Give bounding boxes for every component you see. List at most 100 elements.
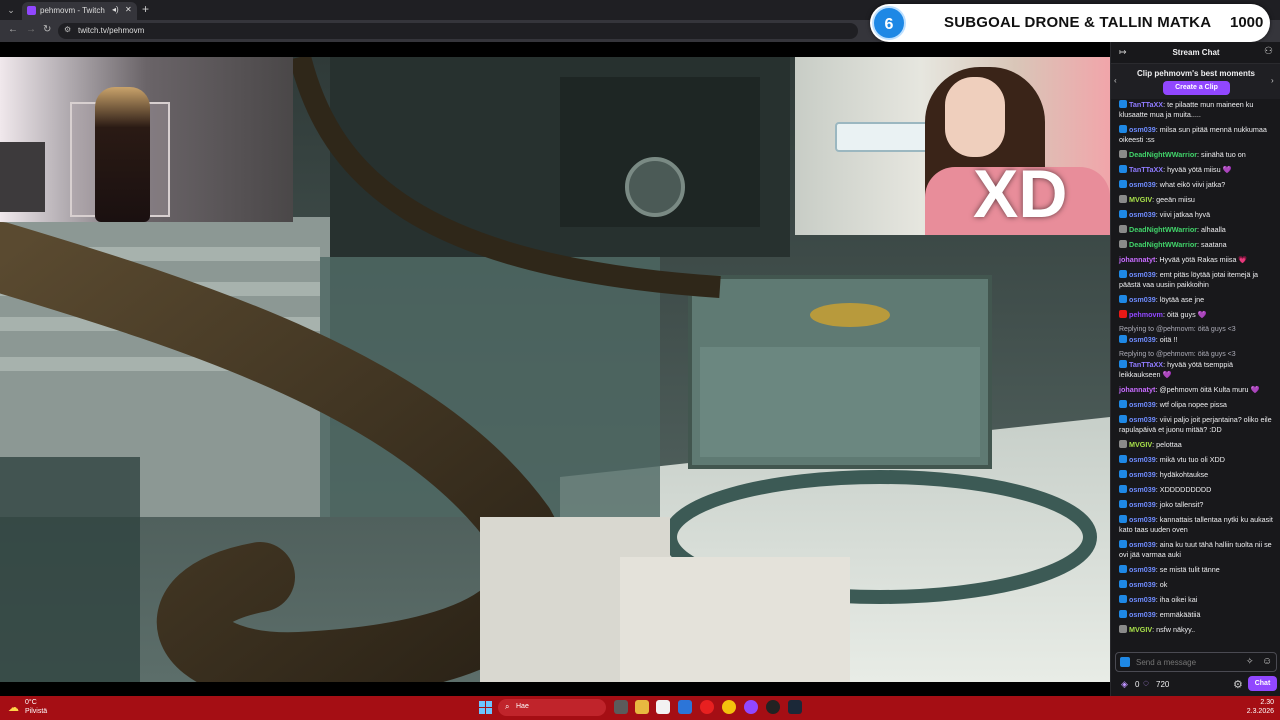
user-badge-icon[interactable] [1119, 595, 1127, 603]
user-badge-icon[interactable] [1119, 335, 1127, 343]
app-red-icon[interactable] [700, 700, 714, 714]
user-badge-icon[interactable] [1119, 240, 1127, 248]
user-badge-icon[interactable] [1119, 310, 1127, 318]
back-icon[interactable]: ← [8, 24, 18, 35]
settings-icon[interactable]: ⚙ [1233, 678, 1243, 691]
chat-message[interactable]: osm039: se mistä tulit tänne [1119, 565, 1273, 575]
chat-username[interactable]: DeadNightWWarrior [1129, 240, 1197, 249]
chat-username[interactable]: MVGIV [1129, 440, 1152, 449]
user-badge-icon[interactable] [1119, 515, 1127, 523]
user-badge-icon[interactable] [1119, 360, 1127, 368]
file-explorer-icon[interactable] [635, 700, 649, 714]
chat-message[interactable]: osm039: milsa sun pitää mennä nukkumaa o… [1119, 125, 1273, 145]
chat-message[interactable]: osm039: aina ku tuut tähä halliin tuolta… [1119, 540, 1273, 560]
chat-username[interactable]: osm039 [1129, 580, 1156, 589]
reload-icon[interactable]: ↻ [43, 24, 51, 35]
chat-send-button[interactable]: Chat [1248, 676, 1277, 691]
user-badge-icon[interactable] [1119, 580, 1127, 588]
chat-message[interactable]: osm039: viivi jatkaa hyvä [1119, 210, 1273, 220]
chat-message[interactable]: osm039: what eikö viivi jatka? [1119, 180, 1273, 190]
chat-username[interactable]: MVGIV [1129, 195, 1152, 204]
user-badge-icon[interactable] [1119, 440, 1127, 448]
windows-start-icon[interactable] [479, 701, 492, 714]
chat-username[interactable]: pehmovm [1129, 310, 1163, 319]
user-badge-icon[interactable] [1119, 540, 1127, 548]
chat-message[interactable]: TanTTaXX: te pilaatte mun maineen ku klu… [1119, 100, 1273, 120]
user-badge-icon[interactable] [1119, 565, 1127, 573]
chat-username[interactable]: DeadNightWWarrior [1129, 150, 1197, 159]
user-badge-icon[interactable] [1119, 500, 1127, 508]
forward-icon[interactable]: → [26, 24, 36, 35]
browser-tab[interactable]: pehmovm - Twitch ◂) ✕ [22, 2, 137, 20]
chat-message[interactable]: MVGIV: pelottaa [1119, 440, 1273, 450]
chat-username[interactable]: osm039 [1129, 415, 1156, 424]
chat-username[interactable]: johannatyt [1119, 385, 1155, 394]
chat-message[interactable]: TanTTaXX: hyvää yötä miisu 💜 [1119, 165, 1273, 175]
chat-username[interactable]: TanTTaXX [1129, 360, 1163, 369]
emote-icon[interactable]: ☺ [1262, 656, 1272, 667]
obs-icon[interactable] [766, 700, 780, 714]
bits-icon[interactable]: ✧ [1246, 656, 1254, 667]
chat-username[interactable]: TanTTaXX [1129, 100, 1163, 109]
audio-icon[interactable]: ◂) [112, 5, 119, 14]
chat-username[interactable]: MVGIV [1129, 625, 1152, 634]
user-badge-icon[interactable] [1119, 150, 1127, 158]
user-badge-icon[interactable] [1119, 270, 1127, 278]
chat-username[interactable]: osm039 [1129, 270, 1156, 279]
chat-username[interactable]: osm039 [1129, 515, 1156, 524]
chat-username[interactable]: osm039 [1129, 565, 1156, 574]
user-badge-icon[interactable] [1119, 485, 1127, 493]
chat-username[interactable]: osm039 [1129, 295, 1156, 304]
chat-username[interactable]: osm039 [1129, 500, 1156, 509]
user-badge-icon[interactable] [1119, 100, 1127, 108]
user-badge-icon[interactable] [1119, 210, 1127, 218]
chat-username[interactable]: osm039 [1129, 335, 1156, 344]
users-icon[interactable]: ⚇ [1264, 46, 1273, 57]
chat-message[interactable]: osm039: XDDDDDDDDD [1119, 485, 1273, 495]
site-info-icon[interactable]: ⚙ [64, 25, 71, 34]
user-badge-icon[interactable] [1119, 165, 1127, 173]
user-badge-icon[interactable] [1119, 180, 1127, 188]
chat-message[interactable]: DeadNightWWarrior: alhaalla [1119, 225, 1273, 235]
chat-username[interactable]: osm039 [1129, 125, 1156, 134]
chat-message[interactable]: TanTTaXX: hyvää yötä tsemppiä leikkaukse… [1119, 360, 1273, 380]
chat-username[interactable]: osm039 [1129, 610, 1156, 619]
user-badge-icon[interactable] [1119, 455, 1127, 463]
chat-message[interactable]: osm039: emmäkäätiiä [1119, 610, 1273, 620]
app-icon[interactable] [656, 700, 670, 714]
chat-username[interactable]: osm039 [1129, 210, 1156, 219]
chat-username[interactable]: osm039 [1129, 595, 1156, 604]
chat-username[interactable]: osm039 [1129, 470, 1156, 479]
weather-icon[interactable]: ☁ [8, 701, 19, 714]
chat-message[interactable]: osm039: löytää ase jne [1119, 295, 1273, 305]
close-icon[interactable]: ✕ [125, 5, 132, 14]
chat-username[interactable]: osm039 [1129, 400, 1156, 409]
chat-message-list[interactable]: TanTTaXX: te pilaatte mun maineen ku klu… [1111, 100, 1280, 648]
chat-input-box[interactable]: ✧ ☺ [1115, 652, 1277, 672]
twitch-icon[interactable] [744, 700, 758, 714]
chat-message[interactable]: osm039: emt pitäs löytää jotai itemejä j… [1119, 270, 1273, 290]
chat-message[interactable]: osm039: viivi paljo joit perjantaina? ol… [1119, 415, 1273, 435]
user-badge-icon[interactable] [1119, 610, 1127, 618]
taskbar-search[interactable]: ⌕ Hae [498, 699, 606, 716]
chat-message[interactable]: pehmovm: öitä guys 💜 [1119, 310, 1273, 320]
chat-message[interactable]: osm039: mikä vtu tuo oli XDD [1119, 455, 1273, 465]
chat-username[interactable]: DeadNightWWarrior [1129, 225, 1197, 234]
steam-icon[interactable] [788, 700, 802, 714]
chat-input[interactable] [1136, 658, 1236, 667]
chat-username[interactable]: osm039 [1129, 455, 1156, 464]
create-clip-button[interactable]: Create a Clip [1163, 81, 1230, 95]
user-badge-icon[interactable] [1119, 225, 1127, 233]
plus-icon[interactable]: + [142, 2, 149, 16]
chat-username[interactable]: osm039 [1129, 485, 1156, 494]
chat-message[interactable]: osm039: kannattais tallentaa nytki ku au… [1119, 515, 1273, 535]
user-badge-icon[interactable] [1119, 195, 1127, 203]
chat-username[interactable]: osm039 [1129, 540, 1156, 549]
video-player[interactable]: XD [0, 57, 1110, 682]
user-badge-icon[interactable] [1119, 470, 1127, 478]
points-icon[interactable]: ◈ [1121, 679, 1128, 690]
chrome-icon[interactable] [722, 700, 736, 714]
chat-message[interactable]: DeadNightWWarrior: siinähä tuo on [1119, 150, 1273, 160]
chat-message[interactable]: DeadNightWWarrior: saatana [1119, 240, 1273, 250]
chevron-right-icon[interactable]: › [1271, 76, 1274, 85]
